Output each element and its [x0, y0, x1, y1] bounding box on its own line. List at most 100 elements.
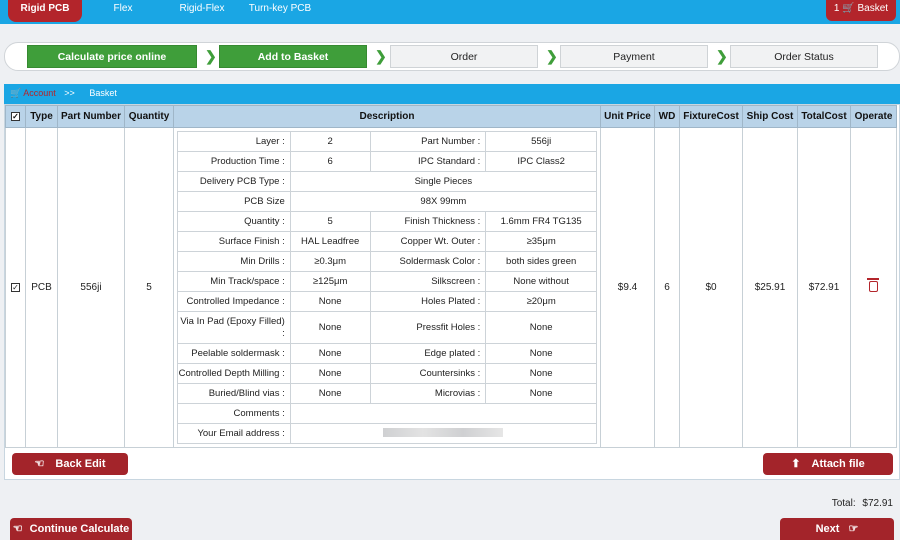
- desc-label: Part Number :: [369, 131, 487, 152]
- cell-total-cost: $72.91: [797, 127, 851, 448]
- step-payment[interactable]: Payment: [560, 45, 708, 68]
- desc-label: Delivery PCB Type :: [177, 171, 291, 192]
- header-part-number: Part Number: [57, 105, 125, 128]
- tab-rigid-pcb[interactable]: Rigid PCB: [8, 0, 82, 22]
- total-value: $72.91: [862, 498, 893, 509]
- desc-value: None: [289, 363, 371, 384]
- step-add-to-basket[interactable]: Add to Basket: [219, 45, 367, 68]
- tab-rigid-flex[interactable]: Rigid-Flex: [172, 0, 232, 20]
- next-label: Next: [815, 523, 840, 535]
- cell-ship-cost: $25.91: [742, 127, 798, 448]
- email-field[interactable]: [289, 423, 598, 444]
- step-arrow-icon: ❯: [716, 48, 728, 64]
- cell-unit-price: $9.4: [600, 127, 655, 448]
- order-steps: Calculate price online ❯ Add to Basket ❯…: [4, 42, 900, 71]
- desc-value: 1.6mm FR4 TG135: [485, 211, 597, 232]
- desc-value: None: [485, 343, 597, 364]
- desc-label: Comments :: [177, 403, 291, 424]
- select-all-cell[interactable]: ✓: [5, 105, 26, 128]
- continue-calculate-label: Continue Calculate: [29, 523, 130, 535]
- desc-value: Single Pieces: [289, 171, 598, 192]
- select-all-checkbox[interactable]: ✓: [11, 112, 20, 121]
- step-calculate[interactable]: Calculate price online: [27, 45, 197, 68]
- header-ship-cost: Ship Cost: [742, 105, 798, 128]
- desc-label: Min Track/space :: [177, 271, 291, 292]
- desc-value: 556ji: [485, 131, 597, 152]
- step-order[interactable]: Order: [390, 45, 538, 68]
- header-fixture-cost: FixtureCost: [679, 105, 743, 128]
- breadcrumb: 🛒 Account >> Basket: [4, 84, 900, 104]
- desc-label: Min Drills :: [177, 251, 291, 272]
- desc-value: both sides green: [485, 251, 597, 272]
- desc-label: Layer :: [177, 131, 291, 152]
- comments-field[interactable]: [289, 403, 598, 424]
- desc-label: Holes Plated :: [369, 291, 487, 312]
- desc-label: Edge plated :: [369, 343, 487, 364]
- back-edit-button[interactable]: ☜ Back Edit: [12, 453, 128, 475]
- cell-fixture-cost: $0: [679, 127, 743, 448]
- trash-icon[interactable]: [867, 277, 879, 292]
- continue-calculate-button[interactable]: ☜ Continue Calculate: [10, 518, 132, 540]
- header-unit-price: Unit Price: [600, 105, 655, 128]
- next-button[interactable]: Next ☞: [780, 518, 894, 540]
- basket-panel: ✓ Type Part Number Quantity Description …: [4, 104, 900, 480]
- desc-label: Pressfit Holes :: [369, 311, 487, 344]
- hand-pointer-icon: ☜: [12, 523, 23, 535]
- basket-button[interactable]: 1 🛒 Basket: [826, 0, 896, 21]
- desc-label: Controlled Depth Milling :: [177, 363, 291, 384]
- cell-description: Layer : 2 Part Number : 556ji Production…: [173, 127, 601, 448]
- desc-value: 98X 99mm: [289, 191, 598, 212]
- tab-turnkey-pcb[interactable]: Turn-key PCB: [246, 0, 314, 20]
- attach-file-button[interactable]: ⬆ Attach file: [763, 453, 893, 475]
- desc-value: None: [289, 311, 371, 344]
- order-total: Total: $72.91: [832, 498, 893, 509]
- basket-label: Basket: [857, 3, 889, 14]
- desc-value: HAL Leadfree: [289, 231, 371, 252]
- breadcrumb-separator: >>: [64, 88, 75, 98]
- cart-icon: 🛒: [10, 88, 22, 98]
- desc-value: ≥125μm: [289, 271, 371, 292]
- header-description: Description: [173, 105, 601, 128]
- description-table: Layer : 2 Part Number : 556ji Production…: [177, 131, 598, 444]
- header-type: Type: [25, 105, 58, 128]
- row-checkbox[interactable]: ✓: [11, 283, 20, 292]
- cart-icon: 🛒: [842, 3, 855, 14]
- desc-label: PCB Size: [177, 191, 291, 212]
- desc-value: None: [289, 383, 371, 404]
- step-arrow-icon: ❯: [205, 48, 217, 64]
- basket-count: 1: [833, 3, 840, 14]
- header-quantity: Quantity: [124, 105, 174, 128]
- desc-label: Copper Wt. Outer :: [369, 231, 487, 252]
- step-arrow-icon: ❯: [375, 48, 387, 64]
- desc-label: Peelable soldermask :: [177, 343, 291, 364]
- desc-label: Production Time :: [177, 151, 291, 172]
- cell-type: PCB: [25, 127, 58, 448]
- row-select-cell[interactable]: ✓: [5, 127, 26, 448]
- table-row: ✓ PCB 556ji 5 Layer : 2 Part Number : 55…: [5, 127, 897, 448]
- desc-value: 6: [289, 151, 371, 172]
- step-order-status[interactable]: Order Status: [730, 45, 878, 68]
- desc-label: Soldermask Color :: [369, 251, 487, 272]
- desc-value: ≥20μm: [485, 291, 597, 312]
- hand-pointer-icon: ☞: [848, 523, 859, 535]
- hand-pointer-icon: ☜: [34, 458, 45, 470]
- upload-icon: ⬆: [791, 458, 801, 470]
- desc-value: None: [485, 363, 597, 384]
- header-wd: WD: [654, 105, 680, 128]
- breadcrumb-current: Basket: [89, 88, 117, 98]
- desc-value: None: [289, 343, 371, 364]
- desc-label: Your Email address :: [177, 423, 291, 444]
- breadcrumb-account[interactable]: Account: [23, 88, 56, 98]
- cell-operate: [850, 127, 897, 448]
- desc-label: IPC Standard :: [369, 151, 487, 172]
- desc-label: Surface Finish :: [177, 231, 291, 252]
- back-edit-label: Back Edit: [55, 458, 106, 470]
- step-arrow-icon: ❯: [546, 48, 558, 64]
- desc-label: Controlled Impedance :: [177, 291, 291, 312]
- desc-label: Via In Pad (Epoxy Filled) :: [177, 311, 291, 344]
- tab-flex[interactable]: Flex: [105, 0, 141, 20]
- desc-value: None: [485, 311, 597, 344]
- desc-value: 2: [289, 131, 371, 152]
- attach-file-label: Attach file: [811, 458, 865, 470]
- desc-label: Countersinks :: [369, 363, 487, 384]
